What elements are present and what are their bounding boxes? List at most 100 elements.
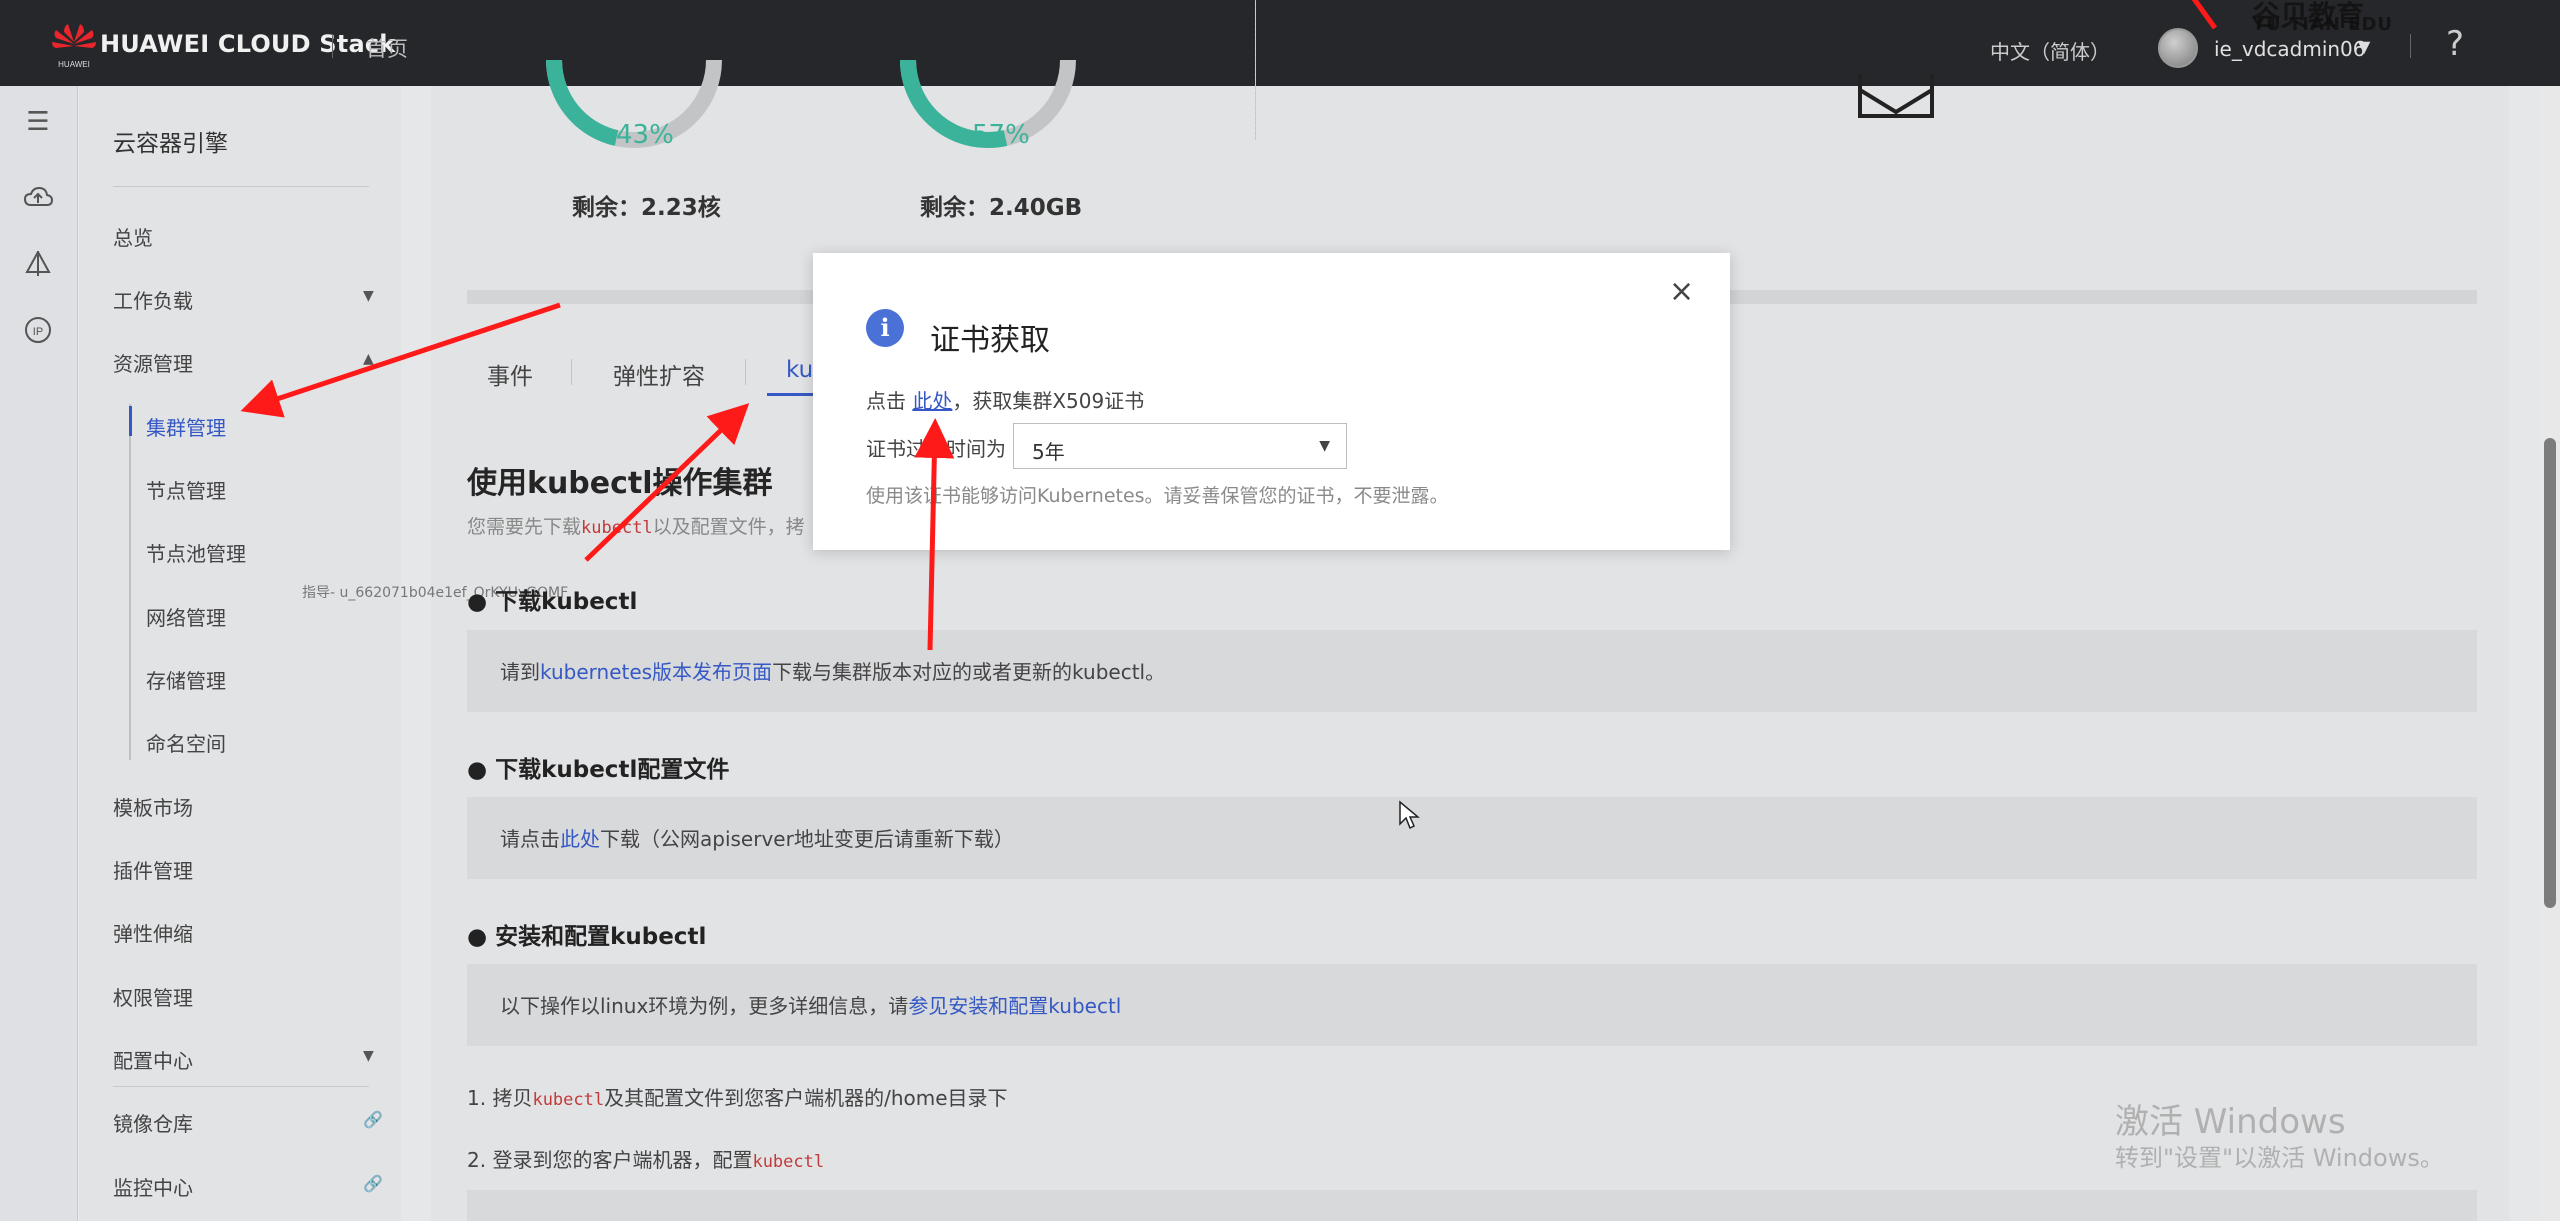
text: ，获取集群X509证书 — [952, 389, 1145, 413]
divider — [113, 1086, 369, 1087]
sidebar-item-nodepool-management[interactable]: 节点池管理 — [146, 538, 246, 567]
download-config-text: 请点击此处下载（公网apiserver地址变更后请重新下载） — [500, 823, 1014, 852]
sidebar-item-overview[interactable]: 总览 — [113, 222, 153, 251]
step-2: 2. 登录到您的客户端机器，配置kubectl — [467, 1144, 824, 1173]
text: 1. 拷贝 — [467, 1086, 533, 1110]
submenu-guide — [129, 404, 131, 760]
logo-subtext: HUAWEI — [58, 60, 90, 69]
chevron-down-icon[interactable]: ▼ — [1319, 438, 1330, 454]
download-kubectl-box: 请到kubernetes版本发布页面下载与集群版本对应的或者更新的kubectl… — [467, 630, 2477, 712]
sidebar-item-permissions[interactable]: 权限管理 — [113, 982, 193, 1011]
divider — [745, 359, 746, 385]
sidebar-title: 云容器引擎 — [113, 131, 228, 157]
expire-label: 证书过期时间为 — [866, 437, 1006, 461]
scrollbar-thumb[interactable] — [2544, 438, 2556, 908]
icon-rail: ☰ IP — [0, 86, 78, 1221]
chevron-down-icon[interactable]: ▼ — [363, 288, 374, 304]
sidebar-item-cluster-management[interactable]: 集群管理 — [146, 412, 226, 441]
mouse-cursor-icon — [1399, 800, 1420, 830]
cpu-remaining: 剩余：2.23核 — [572, 195, 721, 221]
sidebar-item-network-management[interactable]: 网络管理 — [146, 602, 226, 631]
divider — [332, 34, 333, 58]
install-guide-link[interactable]: 参见安装和配置kubectl — [908, 994, 1121, 1018]
expire-select-value: 5年 — [1032, 440, 1065, 464]
menu-icon[interactable]: ☰ — [20, 104, 56, 140]
install-kubectl-title: ● 安装和配置kubectl — [467, 924, 707, 950]
section-description: 您需要先下载kubectl以及配置文件，拷 — [467, 512, 805, 539]
sidebar-item-resources[interactable]: 资源管理 — [113, 348, 193, 377]
tab-elastic-scaling[interactable]: 弹性扩容 — [613, 357, 705, 391]
sidebar-item-storage-management[interactable]: 存储管理 — [146, 665, 226, 694]
download-config-link[interactable]: 此处 — [560, 827, 600, 851]
cpu-usage-percent: 43% — [616, 120, 674, 150]
external-link-icon[interactable]: 🔗 — [363, 1174, 383, 1193]
brand-name[interactable]: HUAWEI CLOUD Stack — [100, 30, 395, 58]
get-certificate-link[interactable]: 此处 — [912, 389, 952, 413]
chevron-up-icon[interactable]: ▲ — [363, 351, 374, 367]
sail-icon[interactable] — [20, 248, 56, 284]
cloud-icon[interactable] — [20, 182, 56, 218]
memory-usage-percent: 57% — [972, 120, 1030, 150]
certificate-link-line: 点击 此处，获取集群X509证书 — [866, 385, 1144, 414]
chevron-down-icon[interactable]: ▼ — [2358, 37, 2370, 56]
sidebar-item-template-market[interactable]: 模板市场 — [113, 792, 193, 821]
text: 点击 — [866, 389, 906, 413]
download-kubectl-text: 请到kubernetes版本发布页面下载与集群版本对应的或者更新的kubectl… — [500, 656, 1165, 685]
huawei-logo-icon[interactable]: HUAWEI — [48, 20, 100, 70]
language-selector[interactable]: 中文（简体） — [1990, 36, 2110, 65]
install-kubectl-text: 以下操作以linux环境为例，更多详细信息，请参见安装和配置kubectl — [500, 990, 1121, 1019]
download-config-title: ● 下载kubectl配置文件 — [467, 757, 730, 783]
download-config-box: 请点击此处下载（公网apiserver地址变更后请重新下载） — [467, 797, 2477, 879]
mail-icon — [1858, 74, 1934, 118]
divider — [571, 359, 572, 385]
certificate-dialog: i 证书获取 × 点击 此处，获取集群X509证书 证书过期时间为 5年 ▼ 使… — [813, 253, 1730, 550]
watermark-subtitle: YU TIAN EDU — [2252, 14, 2394, 35]
external-link-icon[interactable]: 🔗 — [363, 1110, 383, 1129]
active-indicator — [129, 406, 132, 436]
divider — [2410, 34, 2411, 58]
section-title: 使用kubectl操作集群 — [467, 466, 773, 501]
sidebar-item-monitoring[interactable]: 监控中心 — [113, 1172, 193, 1201]
sidebar-item-namespaces[interactable]: 命名空间 — [146, 728, 226, 757]
expire-select[interactable]: 5年 ▼ — [1013, 423, 1347, 469]
text: 请点击 — [500, 827, 560, 851]
sidebar-item-node-management[interactable]: 节点管理 — [146, 475, 226, 504]
inline-code: kubectl — [581, 518, 653, 538]
code-box — [467, 1190, 2477, 1221]
sidebar-item-plugins[interactable]: 插件管理 — [113, 855, 193, 884]
windows-activation-subtitle: 转到"设置"以激活 Windows。 — [2115, 1144, 2444, 1172]
divider — [1255, 0, 1256, 140]
desc-text: 您需要先下载 — [467, 516, 582, 538]
username-menu[interactable]: ie_vdcadmin06 — [2214, 37, 2366, 61]
help-icon[interactable]: ? — [2446, 24, 2464, 64]
tab-kubectl[interactable]: ku — [786, 357, 813, 383]
sidebar-item-workloads[interactable]: 工作负载 — [113, 285, 193, 314]
step-1: 1. 拷贝kubectl及其配置文件到您客户端机器的/home目录下 — [467, 1082, 1008, 1111]
dialog-title: 证书获取 — [930, 323, 1050, 358]
sidebar-item-autoscaling[interactable]: 弹性伸缩 — [113, 918, 193, 947]
inline-code: kubectl — [532, 1090, 605, 1110]
top-bar: HUAWEI HUAWEI CLOUD Stack 首页 中文（简体） ie_v… — [0, 0, 2560, 86]
certificate-note: 使用该证书能够访问Kubernetes。请妥善保管您的证书，不要泄露。 — [866, 485, 1449, 507]
text: 下载与集群版本对应的或者更新的kubectl。 — [772, 660, 1166, 684]
sidebar-item-config-center[interactable]: 配置中心 — [113, 1045, 193, 1074]
chevron-down-icon[interactable]: ▼ — [363, 1048, 374, 1064]
sidebar: 云容器引擎 总览 工作负载 ▼ 资源管理 ▲ 集群管理 节点管理 节点池管理 网… — [79, 86, 401, 1221]
memory-remaining: 剩余：2.40GB — [920, 195, 1083, 221]
ip-icon[interactable]: IP — [20, 314, 56, 350]
home-link[interactable]: 首页 — [366, 33, 408, 63]
active-tab-indicator — [767, 393, 813, 396]
text: 2. 登录到您的客户端机器，配置 — [467, 1148, 753, 1172]
tab-events[interactable]: 事件 — [487, 357, 533, 391]
text: 请到 — [500, 660, 540, 684]
avatar[interactable] — [2158, 28, 2198, 68]
desc-text: 以及配置文件，拷 — [652, 516, 805, 538]
text: 下载（公网apiserver地址变更后请重新下载） — [600, 827, 1014, 851]
close-icon[interactable]: × — [1669, 277, 1694, 307]
download-kubectl-title: ● 下载kubectl — [467, 589, 638, 615]
inline-code: kubectl — [752, 1152, 825, 1172]
sidebar-item-image-registry[interactable]: 镜像仓库 — [113, 1108, 193, 1137]
text: 及其配置文件到您客户端机器的/home目录下 — [604, 1086, 1008, 1110]
kubernetes-release-link[interactable]: kubernetes版本发布页面 — [540, 660, 772, 684]
install-kubectl-box: 以下操作以linux环境为例，更多详细信息，请参见安装和配置kubectl — [467, 964, 2477, 1046]
